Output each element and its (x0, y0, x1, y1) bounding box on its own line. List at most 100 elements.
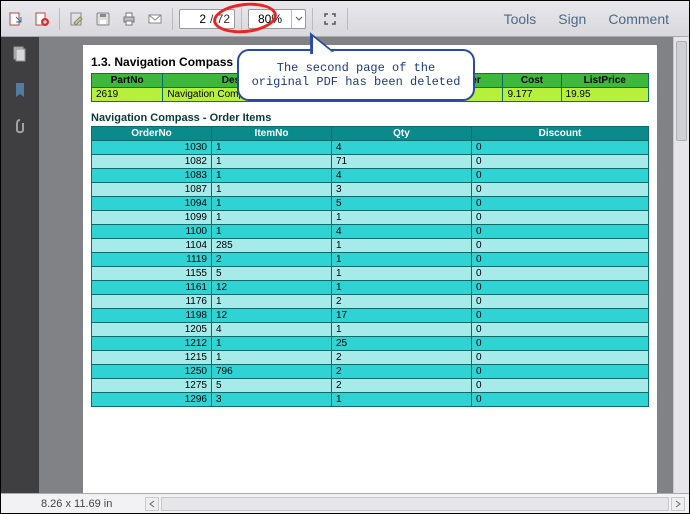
table-cell: 0 (472, 225, 649, 239)
separator (172, 8, 173, 30)
table-cell: 1205 (92, 323, 212, 337)
table-cell: 12 (212, 309, 332, 323)
create-pdf-icon[interactable] (31, 8, 53, 30)
document-viewer[interactable]: 1.3. Navigation Compass PartNoDescriptio… (39, 37, 689, 493)
scroll-thumb[interactable] (676, 41, 687, 141)
table-cell: 1 (332, 323, 472, 337)
table-cell: 1104 (92, 239, 212, 253)
table-cell: 1 (212, 197, 332, 211)
items-title: Navigation Compass - Order Items (91, 112, 649, 124)
tools-button[interactable]: Tools (494, 8, 547, 30)
table-cell: 1275 (92, 379, 212, 393)
table-row: 10821710 (92, 155, 649, 169)
zoom-box[interactable]: 80% (248, 9, 306, 29)
table-cell: 12 (212, 281, 332, 295)
export-pdf-icon[interactable] (5, 8, 27, 30)
table-cell: 2 (332, 365, 472, 379)
table-row: 1155510 (92, 267, 649, 281)
table-row: 1296310 (92, 393, 649, 407)
table-cell: 0 (472, 365, 649, 379)
table-cell: 1099 (92, 211, 212, 225)
table-cell: 4 (332, 225, 472, 239)
table-cell: 1082 (92, 155, 212, 169)
side-panel (1, 37, 39, 493)
table-row: 12121250 (92, 337, 649, 351)
toolbar: / 72 80% Tools Sign Comment (1, 1, 689, 37)
page-dimensions: 8.26 x 11.69 in (41, 498, 112, 510)
table-cell: 0 (472, 267, 649, 281)
edit-icon[interactable] (66, 8, 88, 30)
vertical-scrollbar[interactable] (673, 37, 689, 493)
page-number-box[interactable]: / 72 (179, 9, 235, 29)
attachment-icon[interactable] (11, 117, 29, 135)
table-cell: 4 (332, 169, 472, 183)
table-cell: 0 (472, 323, 649, 337)
page-current-input[interactable] (184, 11, 208, 27)
fit-window-icon[interactable] (319, 8, 341, 30)
separator (347, 8, 348, 30)
callout-text: The second page of the original PDF has … (252, 61, 461, 89)
thumbnails-icon[interactable] (11, 45, 29, 63)
table-cell: 1215 (92, 351, 212, 365)
table-cell: 1 (332, 267, 472, 281)
table-cell: 1 (332, 253, 472, 267)
table-cell: 0 (472, 239, 649, 253)
summary-cell: 19.95 (561, 88, 648, 102)
table-row: 119812170 (92, 309, 649, 323)
hscroll-right-icon[interactable] (671, 497, 685, 511)
table-cell: 4 (332, 141, 472, 155)
table-cell: 17 (332, 309, 472, 323)
table-cell: 1212 (92, 337, 212, 351)
table-cell: 1296 (92, 393, 212, 407)
table-cell: 0 (472, 295, 649, 309)
table-cell: 0 (472, 253, 649, 267)
comment-button[interactable]: Comment (598, 8, 679, 30)
table-cell: 1 (212, 183, 332, 197)
table-cell: 1 (332, 239, 472, 253)
summary-header: PartNo (92, 74, 163, 88)
zoom-dropdown-icon[interactable] (291, 10, 305, 28)
table-cell: 0 (472, 169, 649, 183)
page-total-label: / 72 (210, 12, 230, 26)
table-cell: 71 (332, 155, 472, 169)
table-cell: 1030 (92, 141, 212, 155)
table-cell: 4 (212, 323, 332, 337)
body: 1.3. Navigation Compass PartNoDescriptio… (1, 37, 689, 493)
table-cell: 5 (212, 267, 332, 281)
table-row: 1094150 (92, 197, 649, 211)
separator (59, 8, 60, 30)
print-icon[interactable] (118, 8, 140, 30)
table-row: 125079620 (92, 365, 649, 379)
table-cell: 0 (472, 155, 649, 169)
items-header: OrderNo (92, 127, 212, 141)
table-cell: 1250 (92, 365, 212, 379)
table-row: 1176120 (92, 295, 649, 309)
summary-header: Cost (503, 74, 561, 88)
hscroll-left-icon[interactable] (145, 497, 159, 511)
table-cell: 25 (332, 337, 472, 351)
table-cell: 1083 (92, 169, 212, 183)
items-header: Discount (472, 127, 649, 141)
table-cell: 0 (472, 309, 649, 323)
bookmark-icon[interactable] (11, 81, 29, 99)
horizontal-scrollbar[interactable] (161, 497, 669, 511)
table-cell: 0 (472, 183, 649, 197)
table-row: 1030140 (92, 141, 649, 155)
email-icon[interactable] (144, 8, 166, 30)
table-cell: 1094 (92, 197, 212, 211)
summary-header: ListPrice (561, 74, 648, 88)
table-cell: 1 (332, 393, 472, 407)
sign-button[interactable]: Sign (548, 8, 596, 30)
table-cell: 1 (212, 155, 332, 169)
table-cell: 5 (212, 379, 332, 393)
separator (241, 8, 242, 30)
separator (312, 8, 313, 30)
table-row: 1205410 (92, 323, 649, 337)
table-cell: 2 (332, 351, 472, 365)
items-header: Qty (332, 127, 472, 141)
pdf-page: 1.3. Navigation Compass PartNoDescriptio… (83, 45, 657, 493)
table-cell: 3 (212, 393, 332, 407)
toolbar-right: Tools Sign Comment (494, 8, 685, 30)
table-cell: 5 (332, 197, 472, 211)
save-icon[interactable] (92, 8, 114, 30)
